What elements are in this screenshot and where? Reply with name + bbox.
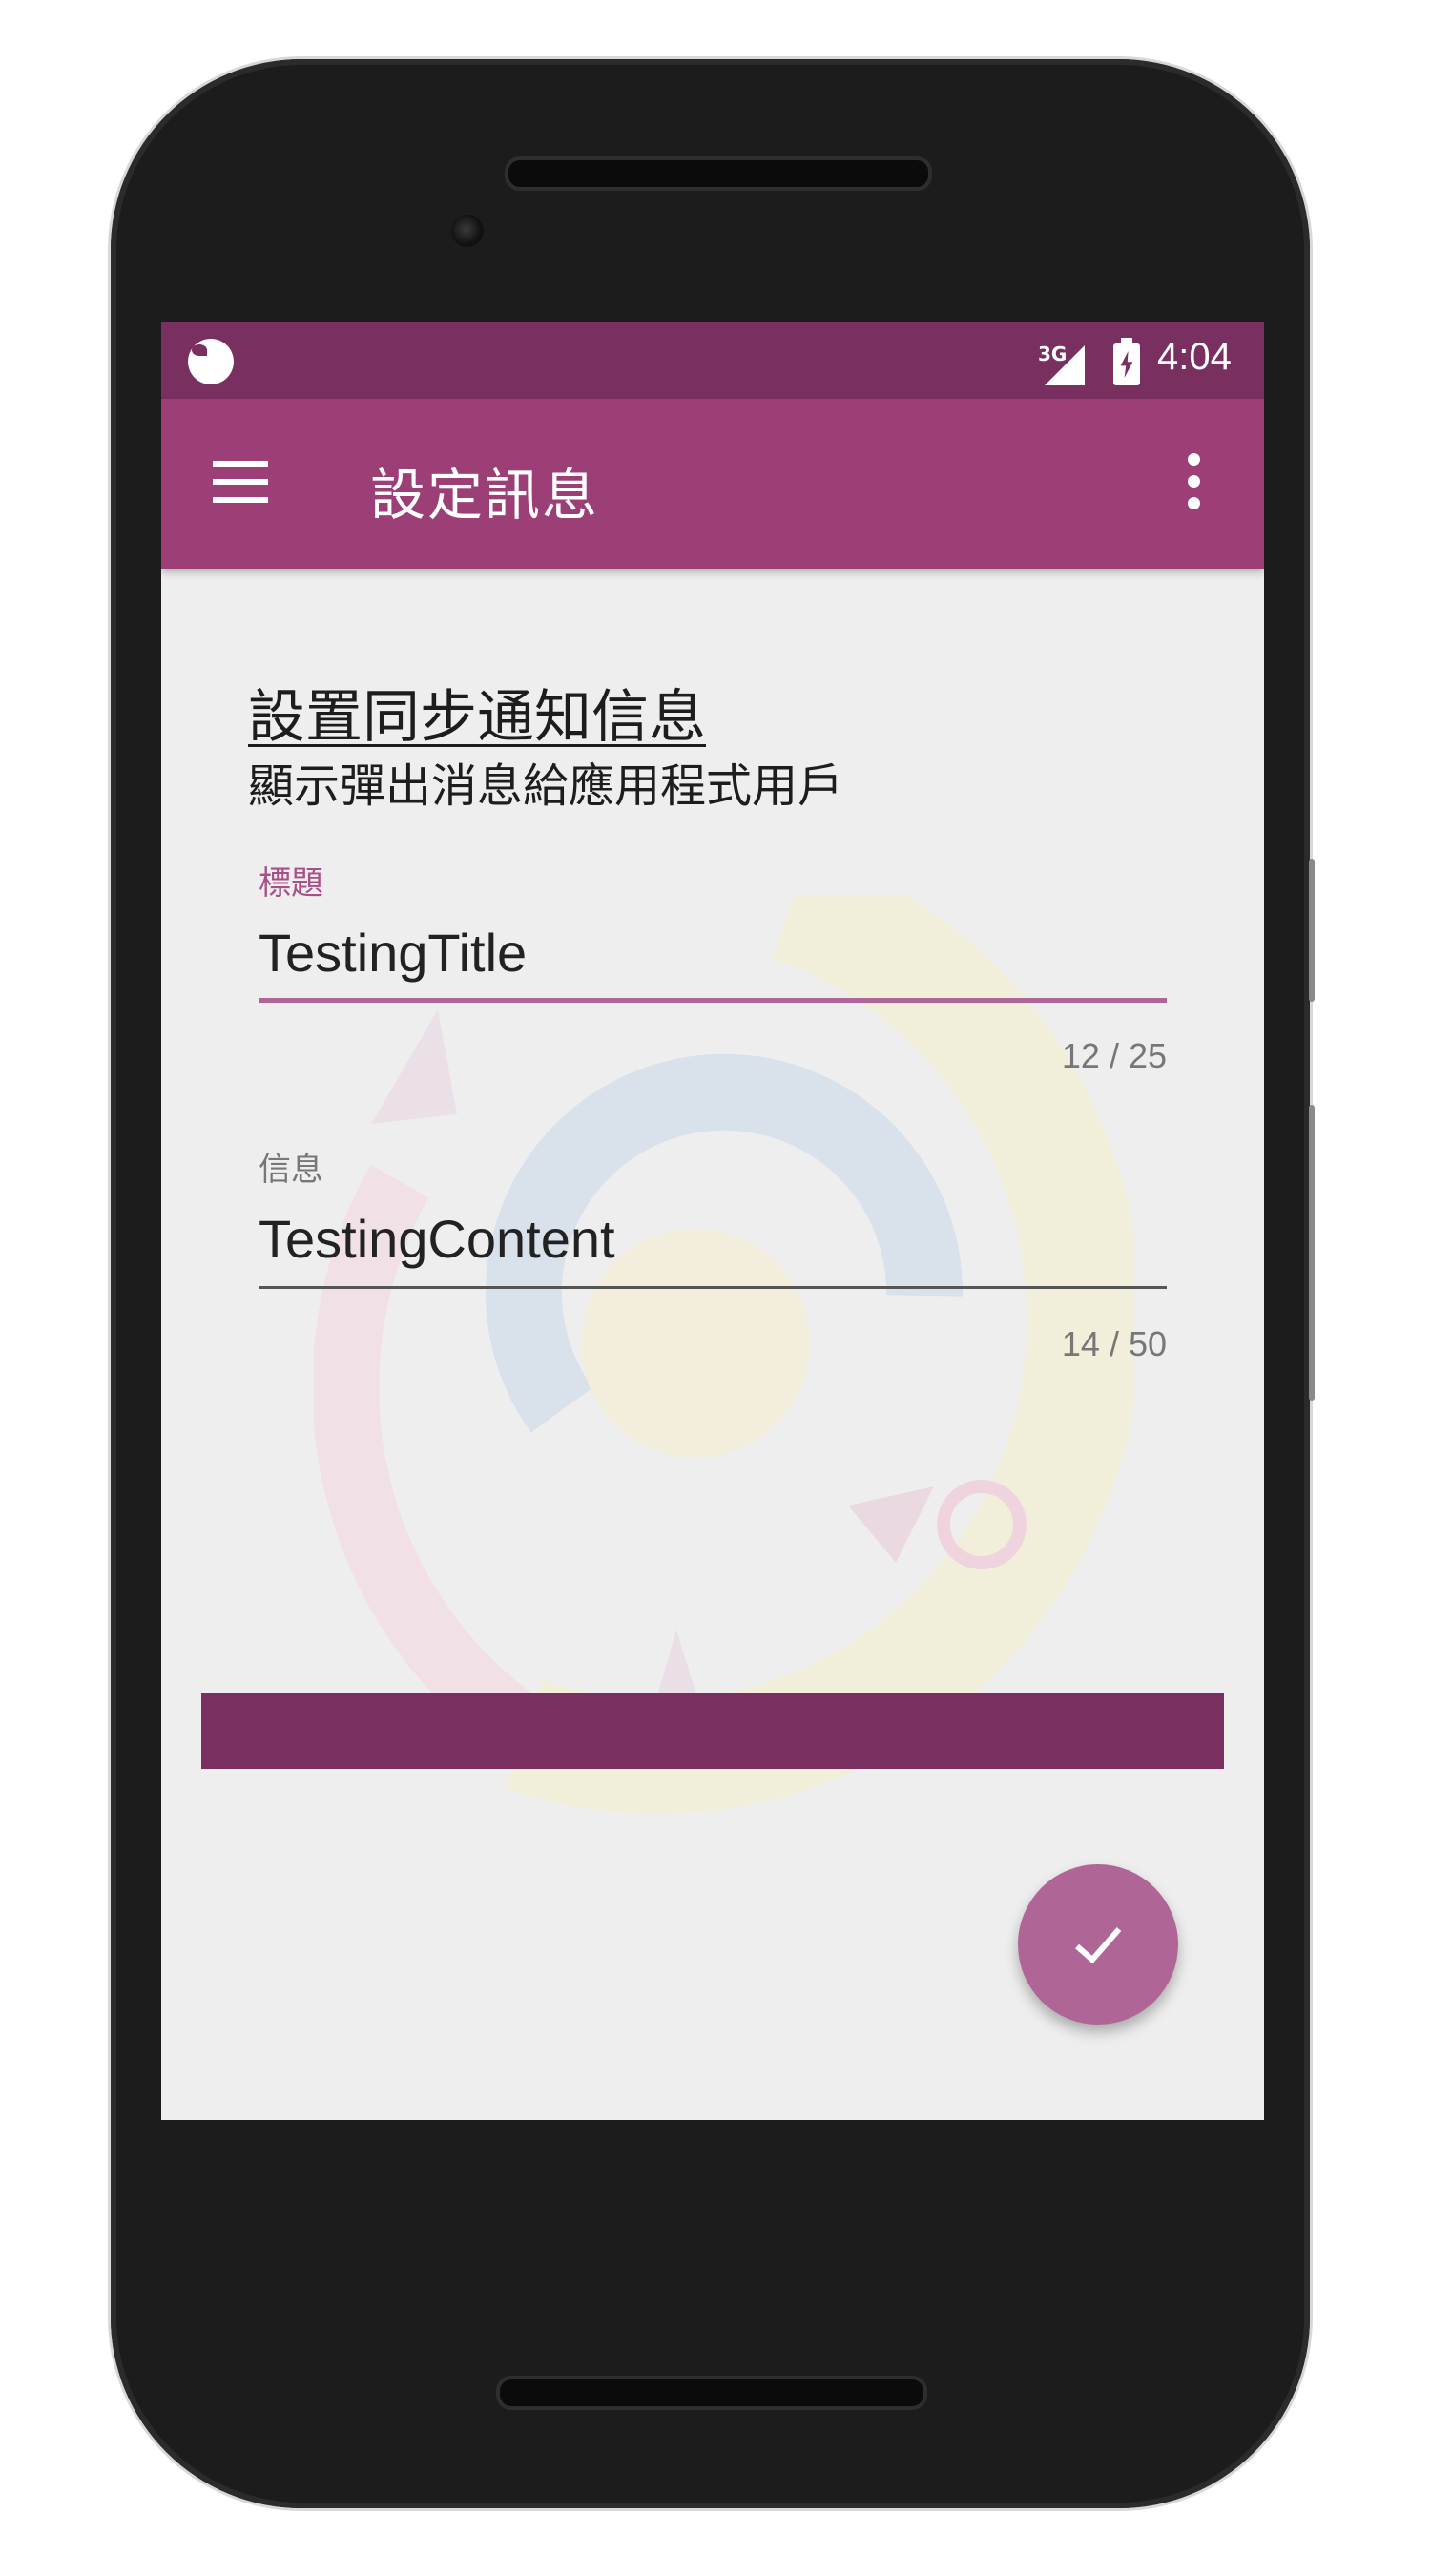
title-field-underline <box>259 998 1167 1003</box>
message-field-label: 信息 <box>259 1151 323 1189</box>
message-field[interactable] <box>259 1208 1167 1289</box>
status-time: 4:04 <box>1157 336 1232 378</box>
app-notification-icon <box>188 339 234 384</box>
form-subheading: 顯示彈出消息給應用程式用戶 <box>248 759 844 813</box>
app-bar: 設定訊息 <box>161 399 1264 569</box>
top-speaker <box>505 156 932 191</box>
message-field-underline <box>259 1286 1167 1289</box>
battery-charging-icon <box>1113 338 1140 385</box>
title-field[interactable] <box>259 922 1167 1003</box>
hamburger-menu-icon[interactable] <box>213 461 268 503</box>
message-char-counter: 14 / 50 <box>1061 1324 1167 1363</box>
title-field-label: 標題 <box>259 864 323 903</box>
side-button-upper <box>1309 859 1315 1002</box>
more-vert-icon[interactable] <box>1179 451 1208 512</box>
screen: 3G 4:04 設定訊息 設置同步通知信息 顯示彈出消息給應用程式用戶 標題 1… <box>161 322 1264 2120</box>
form-heading: 設置同步通知信息 <box>248 684 706 751</box>
status-bar: 3G 4:04 <box>161 322 1264 399</box>
confirm-fab-button[interactable] <box>1018 1864 1178 2025</box>
side-button-lower <box>1309 1105 1315 1401</box>
check-icon <box>1075 1927 1122 1964</box>
bottom-speaker <box>496 2376 927 2410</box>
page-title: 設定訊息 <box>370 463 600 528</box>
front-camera <box>451 215 484 247</box>
signal-icon <box>1045 345 1085 385</box>
submit-bar-button[interactable] <box>201 1693 1224 1769</box>
title-char-counter: 12 / 25 <box>1061 1036 1167 1075</box>
